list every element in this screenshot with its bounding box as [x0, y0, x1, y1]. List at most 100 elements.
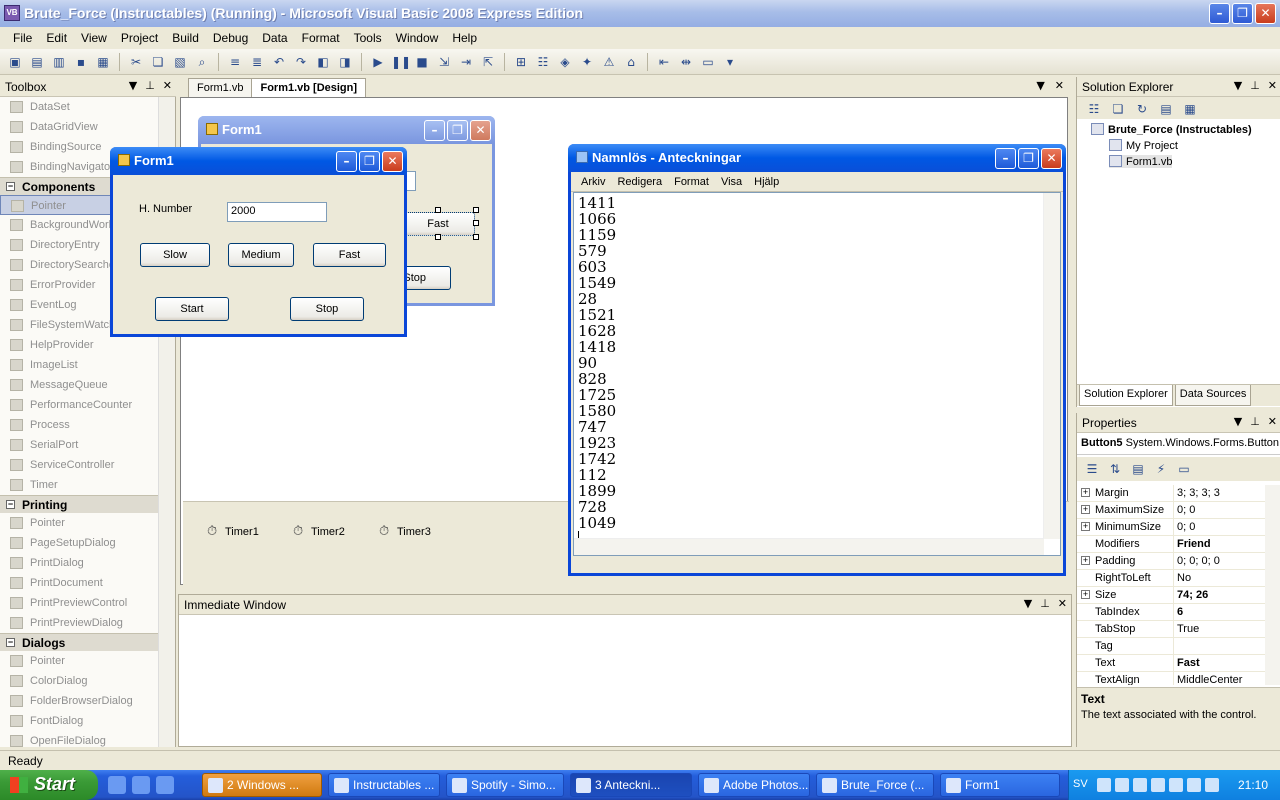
star-icon[interactable]	[1205, 778, 1219, 792]
property-row-margin[interactable]: + Margin 3; 3; 3; 3	[1077, 485, 1265, 502]
property-value[interactable]: 74; 26	[1177, 589, 1265, 601]
firefox-icon[interactable]	[156, 776, 174, 794]
tab-form1-code[interactable]: Form1.vb	[188, 78, 253, 97]
immediate-input-area[interactable]	[179, 615, 1071, 746]
bluetooth-icon[interactable]	[1115, 778, 1129, 792]
dropdown-arrow-icon[interactable]: ▼	[1024, 597, 1032, 610]
timer2-component[interactable]: ⏱ Timer2	[293, 524, 345, 539]
resize-handle[interactable]	[473, 220, 479, 226]
media-player-icon[interactable]	[132, 776, 150, 794]
my-project-node[interactable]: My Project	[1109, 139, 1178, 152]
minimize-button[interactable]: –	[995, 148, 1016, 169]
property-row-maximumsize[interactable]: + MaximumSize 0; 0	[1077, 502, 1265, 519]
toolbox-item-pointer[interactable]: Pointer	[0, 513, 158, 533]
toolbox-item-servicecontroller[interactable]: ServiceController	[0, 455, 158, 475]
collapse-icon[interactable]: −	[6, 638, 15, 647]
object-selector[interactable]: Button5 System.Windows.Forms.Button	[1077, 433, 1280, 455]
toolbox-item-imagelist[interactable]: ImageList	[0, 355, 158, 375]
object-browser-icon[interactable]: ◈	[556, 53, 574, 71]
messenger-tray-icon[interactable]	[1187, 778, 1201, 792]
property-grid-scrollbar[interactable]	[1265, 485, 1280, 685]
save-all-icon[interactable]: ▦	[94, 53, 112, 71]
property-row-size[interactable]: + Size 74; 26	[1077, 587, 1265, 604]
save-icon[interactable]: ▪	[72, 53, 90, 71]
close-button[interactable]: ✕	[1255, 3, 1276, 24]
maximize-button[interactable]: ❐	[1018, 148, 1039, 169]
start-button[interactable]: Start	[0, 770, 98, 800]
step-into-icon[interactable]: ⇲	[435, 53, 453, 71]
navigate-backward-icon[interactable]: ◧	[314, 53, 332, 71]
toolbox-item-colordialog[interactable]: ColorDialog	[0, 671, 158, 691]
align-lefts-icon[interactable]: ⇤	[655, 53, 673, 71]
property-value[interactable]: 3; 3; 3; 3	[1177, 487, 1265, 499]
toolbox-item-printdocument[interactable]: PrintDocument	[0, 573, 158, 593]
menu-data[interactable]: Data	[255, 29, 294, 47]
stop-debugging-icon[interactable]: ■	[413, 53, 431, 71]
taskbar-item-form1[interactable]: Form1	[940, 773, 1060, 797]
properties-icon[interactable]: ☷	[1085, 100, 1103, 118]
expand-icon[interactable]: +	[1081, 590, 1090, 599]
break-all-icon[interactable]: ❚❚	[391, 53, 411, 71]
expand-icon[interactable]: +	[1081, 556, 1090, 565]
toolbox-item-pointer[interactable]: Pointer	[0, 651, 158, 671]
toolbox-item-printdialog[interactable]: PrintDialog	[0, 553, 158, 573]
toolbox-item-folderbrowserdialog[interactable]: FolderBrowserDialog	[0, 691, 158, 711]
solution-explorer-icon[interactable]: ⊞	[512, 53, 530, 71]
categorized-icon[interactable]: ☰	[1083, 460, 1101, 478]
property-value[interactable]: True	[1177, 623, 1265, 635]
close-icon[interactable]: ✕	[1268, 415, 1277, 428]
properties-view-icon[interactable]: ▤	[1129, 460, 1147, 478]
dropdown-arrow-icon[interactable]: ▼	[1234, 79, 1242, 92]
close-button[interactable]: ✕	[1041, 148, 1062, 169]
minimize-button[interactable]: –	[1209, 3, 1230, 24]
notepad-menu-hj-lp[interactable]: Hjälp	[748, 176, 785, 188]
step-over-icon[interactable]: ⇥	[457, 53, 475, 71]
menu-edit[interactable]: Edit	[39, 29, 74, 47]
toolbox-item-fontdialog[interactable]: FontDialog	[0, 711, 158, 731]
property-value[interactable]: 0; 0	[1177, 521, 1265, 533]
show-all-files-icon[interactable]: ❏	[1109, 100, 1127, 118]
error-list-icon[interactable]: ⚠	[600, 53, 618, 71]
form1-vb-node[interactable]: Form1.vb	[1109, 155, 1173, 168]
uncomment-icon[interactable]: ≣	[248, 53, 266, 71]
toolbar-options-icon[interactable]: ▾	[721, 53, 739, 71]
active-files-dropdown-icon[interactable]: ▼	[1036, 79, 1044, 92]
pin-icon[interactable]: ⊥	[145, 79, 155, 92]
resize-handle[interactable]	[473, 234, 479, 240]
slow-button[interactable]: Slow	[140, 243, 210, 267]
menu-window[interactable]: Window	[389, 29, 446, 47]
toolbox-item-dataset[interactable]: DataSet	[0, 97, 158, 117]
collapse-icon[interactable]: −	[6, 500, 15, 509]
toolbox-item-performancecounter[interactable]: PerformanceCounter	[0, 395, 158, 415]
close-icon[interactable]: ✕	[1268, 79, 1277, 92]
notepad-menu-format[interactable]: Format	[668, 176, 715, 188]
language-indicator[interactable]: SV	[1073, 778, 1088, 790]
menu-project[interactable]: Project	[114, 29, 165, 47]
pin-icon[interactable]: ⊥	[1250, 79, 1260, 92]
menu-debug[interactable]: Debug	[206, 29, 255, 47]
dropdown-arrow-icon[interactable]: ▼	[129, 79, 137, 92]
menu-tools[interactable]: Tools	[347, 29, 389, 47]
navigate-forward-icon[interactable]: ◨	[336, 53, 354, 71]
taskbar-item-brute-force[interactable]: Brute_Force (...	[816, 773, 934, 797]
property-row-tabstop[interactable]: TabStop True	[1077, 621, 1265, 638]
property-pages-icon[interactable]: ▭	[1175, 460, 1193, 478]
layout-icon[interactable]: ▭	[699, 53, 717, 71]
toolbox-item-serialport[interactable]: SerialPort	[0, 435, 158, 455]
collapse-icon[interactable]: −	[6, 182, 15, 191]
taskbar-item-3-anteckni[interactable]: 3 Anteckni...	[570, 773, 692, 797]
toolbox-item-helpprovider[interactable]: HelpProvider	[0, 335, 158, 355]
notepad-menu-redigera[interactable]: Redigera	[611, 176, 668, 188]
toolbox-group-dialogs[interactable]: − Dialogs	[0, 633, 158, 651]
property-value[interactable]: Friend	[1177, 538, 1265, 550]
new-item-icon[interactable]: ▤	[28, 53, 46, 71]
spotify-tray-icon[interactable]	[1133, 778, 1147, 792]
find-icon[interactable]: ⌕	[193, 53, 211, 71]
volume-icon[interactable]	[1151, 778, 1165, 792]
toolbox-item-printpreviewcontrol[interactable]: PrintPreviewControl	[0, 593, 158, 613]
horizontal-scrollbar[interactable]	[574, 538, 1044, 555]
property-row-tag[interactable]: Tag	[1077, 638, 1265, 655]
maximize-button[interactable]: ❐	[447, 120, 468, 141]
pin-icon[interactable]: ⊥	[1040, 597, 1050, 610]
toolbox-item-openfiledialog[interactable]: OpenFileDialog	[0, 731, 158, 747]
